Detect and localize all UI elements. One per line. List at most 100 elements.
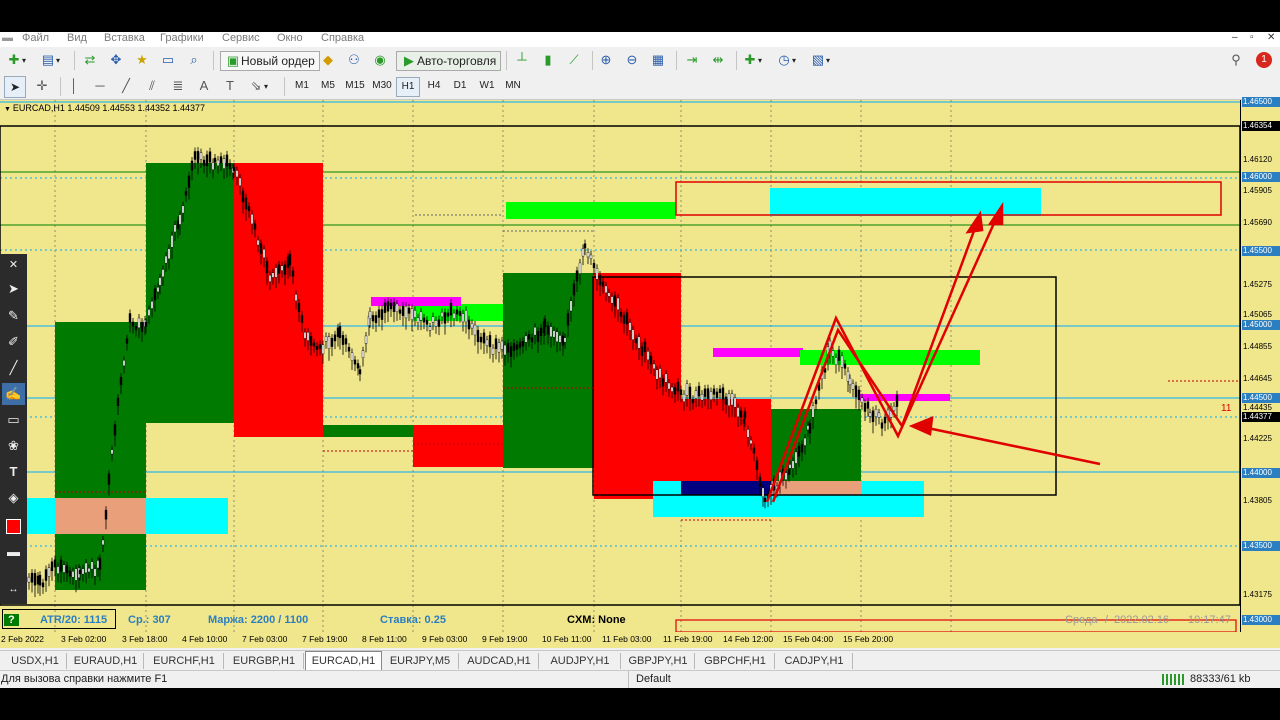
navigator-icon[interactable]: ★ [134,51,150,69]
candle-chart-icon[interactable]: ▮ [540,51,556,69]
tab-audjpy[interactable]: AUDJPY,H1 [540,653,621,669]
time-axis[interactable]: 2 Feb 2022 3 Feb 02:00 3 Feb 18:00 4 Feb… [0,632,1280,648]
candle-body [724,396,728,405]
gann-icon[interactable]: A [196,77,212,95]
timeframe-w1[interactable]: W1 [475,77,499,95]
candle-body [87,568,91,573]
strategy-tester-icon[interactable]: ⌕ [186,51,202,69]
metaeditor-icon[interactable]: ◆ [320,51,336,69]
arrows-icon[interactable]: ⇘ ▾ [248,77,268,95]
minimize-icon[interactable]: – [1232,32,1238,43]
app-icon[interactable]: ▬ [2,32,13,45]
highlighter-tool-icon[interactable]: ✍ [2,383,25,405]
terminal-window: ▬ Файл Вид Вставка Графики Сервис Окно С… [0,32,1280,688]
data-window-icon[interactable]: ✥ [108,51,124,69]
tab-audcad[interactable]: AUDCAD,H1 [460,653,539,669]
eraser-tool-icon[interactable]: ◈ [2,487,25,509]
palette-tool-icon[interactable]: ❀ [2,435,25,457]
auto-trading-button[interactable]: ▶ Авто-торговля [396,51,502,71]
timeframe-d1[interactable]: D1 [448,77,472,95]
new-chart-icon[interactable]: ✚ ▾ [6,51,26,69]
candle-body [134,326,138,331]
profiles-icon[interactable]: ▤ ▾ [40,51,60,69]
auto-scroll-icon[interactable]: ⇥ [684,51,700,69]
indicators-icon[interactable]: ✚ ▾ [742,51,762,69]
market-watch-icon[interactable]: ⇄ [82,51,98,69]
restore-icon[interactable]: ▫ [1250,32,1254,43]
menu-charts[interactable]: Графики [160,32,204,45]
candle-body [589,254,593,259]
candle-body [318,344,322,349]
brush-tool-icon[interactable]: ✐ [2,331,25,353]
status-profile[interactable]: Default [636,673,671,685]
close-panel-icon[interactable]: ✕ [2,254,25,276]
signals-icon[interactable]: ⚇ [346,51,362,69]
bar-chart-icon[interactable]: ┴ [514,51,530,69]
zoom-out-icon[interactable]: ⊖ [624,51,640,69]
time-label: 10:17:47 [1188,614,1231,626]
menu-view[interactable]: Вид [67,32,87,45]
tab-gbpchf[interactable]: GBPCHF,H1 [696,653,775,669]
tab-eurgbp[interactable]: EURGBP,H1 [225,653,304,669]
periods-icon[interactable]: ◷ ▾ [776,51,796,69]
time-label: 9 Feb 03:00 [422,634,468,644]
line-width-icon[interactable]: ▬ [2,541,25,563]
menu-tools[interactable]: Сервис [222,32,260,45]
price-axis[interactable]: 1.46500 1.46354 1.46120 1.46000 1.45905 … [1240,97,1280,632]
text-tool-icon[interactable]: T [2,461,25,483]
timeframe-m15[interactable]: M15 [342,77,368,95]
horizontal-line-icon[interactable]: ─ [92,77,108,95]
tab-usdx[interactable]: USDX,H1 [4,653,67,669]
standard-toolbar: ✚ ▾ ▤ ▾ ⇄ ✥ ★ ▭ ⌕ ▣ Новый ордер ◆ ⚇ ◉ ▶ Авто… [0,47,1280,75]
candle-body [561,335,565,346]
equidistant-channel-icon[interactable]: ⫽ [144,77,160,95]
tab-eurjpy[interactable]: EURJPY,M5 [382,653,459,669]
text-label-icon[interactable]: T [222,77,238,95]
cursor-icon[interactable]: ➤ [4,76,26,98]
candle-body [552,330,556,338]
price-chart[interactable]: ▼ EURCAD,H1 1.44509 1.44553 1.44352 1.44… [0,100,1240,632]
timeframe-m30[interactable]: M30 [370,77,394,95]
menu-help[interactable]: Справка [321,32,364,45]
close-icon[interactable]: ✕ [1267,32,1275,43]
search-icon[interactable]: ⚲ [1228,51,1244,69]
crosshair-icon[interactable]: ✛ [34,77,50,95]
pencil-tool-icon[interactable]: ✎ [2,305,25,327]
tab-cadjpy[interactable]: CADJPY,H1 [776,653,853,669]
candle-body [895,394,899,407]
tab-euraud[interactable]: EURAUD,H1 [68,653,144,669]
expand-panel-icon[interactable]: ↔ [2,579,25,601]
tab-eurchf[interactable]: EURCHF,H1 [145,653,224,669]
tab-gbpjpy[interactable]: GBPJPY,H1 [622,653,695,669]
trendline-icon[interactable]: ╱ [118,77,134,95]
rectangle-tool-icon[interactable]: ▭ [2,409,25,431]
timeframe-m5[interactable]: M5 [316,77,340,95]
timeframe-m1[interactable]: M1 [290,77,314,95]
candle-body [202,159,206,166]
line-chart-icon[interactable]: ⟋ [566,51,582,69]
timeframe-mn[interactable]: MN [501,77,525,95]
color-picker-icon[interactable] [2,515,25,537]
terminal-icon[interactable]: ▭ [160,51,176,69]
candle-body [727,393,731,406]
line-tool-icon[interactable]: ╱ [2,357,25,379]
market-icon[interactable]: ◉ [372,51,388,69]
tile-windows-icon[interactable]: ▦ [650,51,666,69]
zoom-in-icon[interactable]: ⊕ [598,51,614,69]
tab-eurcad[interactable]: EURCAD,H1 [305,651,382,671]
timeframe-h1[interactable]: H1 [396,77,420,97]
menu-file[interactable]: Файл [22,32,49,45]
menu-insert[interactable]: Вставка [104,32,145,45]
chart-shift-icon[interactable]: ⇹ [710,51,726,69]
candle-body [208,151,212,163]
menu-window[interactable]: Окно [277,32,303,45]
price-label: 1.44855 [1243,342,1272,351]
fibonacci-icon[interactable]: ≣ [170,77,186,95]
pointer-tool-icon[interactable]: ➤ [2,278,25,300]
notification-badge[interactable]: 1 [1256,51,1272,69]
vertical-line-icon[interactable]: │ [66,77,82,95]
templates-icon[interactable]: ▧ ▾ [810,51,830,69]
timeframe-h4[interactable]: H4 [422,77,446,95]
new-order-button[interactable]: ▣ Новый ордер [220,51,320,71]
candle-body [791,460,795,469]
